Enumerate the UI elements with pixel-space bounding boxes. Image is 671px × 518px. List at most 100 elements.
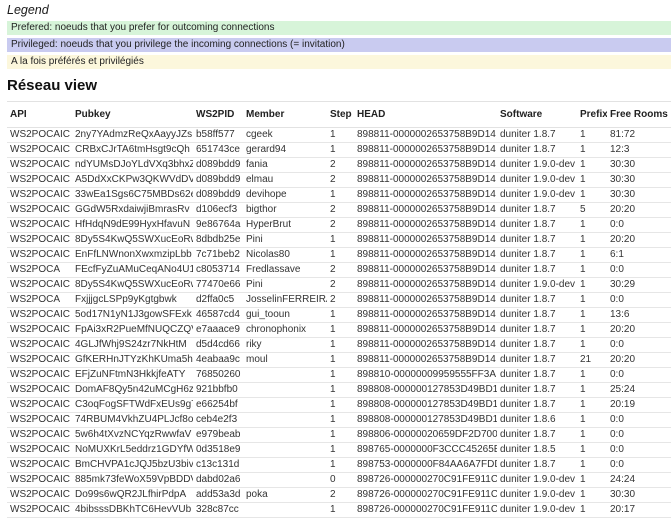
table-cell: duniter 1.8.7 <box>497 338 577 353</box>
table-cell: WS2POCAIC <box>7 128 72 143</box>
table-cell: 0:0 <box>607 368 671 383</box>
table-cell: d089bdd9 <box>193 158 243 173</box>
table-cell: 898806-00000020659DF2D700 <box>354 428 497 443</box>
table-cell: 898753-0000000F84AA6A7FDD <box>354 458 497 473</box>
table-cell: 2 <box>327 173 354 188</box>
table-cell: HyperBrut <box>243 218 327 233</box>
table-cell: duniter 1.9.0-dev <box>497 158 577 173</box>
table-cell: 898811-0000002653758B9D14 <box>354 338 497 353</box>
table-cell: 2ny7YAdmzReQxAayyJZs <box>72 128 193 143</box>
table-row: WS2POCAIC8Dy5S4KwQ5SWXucEoRw48dbdb25ePin… <box>7 233 671 248</box>
table-cell: 898811-0000002653758B9D14 <box>354 143 497 158</box>
table-cell: 25:24 <box>607 383 671 398</box>
table-cell: duniter 1.9.0-dev <box>497 188 577 203</box>
table-cell: 0:0 <box>607 458 671 473</box>
table-cell: 1 <box>577 263 607 278</box>
table-cell: 33wEa1Sgs6C75MBDs62e <box>72 188 193 203</box>
table-cell: 898811-0000002653758B9D14 <box>354 248 497 263</box>
table-cell: e7aaace9 <box>193 323 243 338</box>
table-cell: 898811-0000002653758B9D14 <box>354 293 497 308</box>
table-row: WS2POCAICDo99s6wQR2JLfhirPdpAadd53a3dpok… <box>7 488 671 503</box>
table-cell: 1 <box>577 143 607 158</box>
table-row: WS2POCAICA5DdXxCKPw3QKWVdDVs7d089bdd9elm… <box>7 173 671 188</box>
table-cell: devihope <box>243 188 327 203</box>
table-cell: WS2POCAIC <box>7 413 72 428</box>
table-cell: 1 <box>577 473 607 488</box>
table-cell: 20:20 <box>607 203 671 218</box>
table-cell: chronophonix <box>243 323 327 338</box>
legend-item-both: A la fois préférés et privilégiés <box>7 55 671 69</box>
table-cell: 13:6 <box>607 308 671 323</box>
table-cell: 6:1 <box>607 248 671 263</box>
table-cell: duniter 1.8.7 <box>497 203 577 218</box>
table-cell: Fredlassave <box>243 263 327 278</box>
table-cell: WS2POCAIC <box>7 338 72 353</box>
table-cell: 46587cd4 <box>193 308 243 323</box>
table-cell: A5DdXxCKPw3QKWVdDVs7 <box>72 173 193 188</box>
table-row: WS2POCAIC8Dy5S4KwQ5SWXucEoRw477470e66Pin… <box>7 278 671 293</box>
table-cell: c13c131d <box>193 458 243 473</box>
table-cell: 1 <box>577 218 607 233</box>
table-cell: duniter 1.8.7 <box>497 263 577 278</box>
table-cell: 1 <box>327 428 354 443</box>
table-cell: gui_tooun <box>243 308 327 323</box>
table-cell: 0:0 <box>607 443 671 458</box>
table-cell: 1 <box>577 458 607 473</box>
table-cell: WS2POCAIC <box>7 323 72 338</box>
table-cell: 1 <box>327 323 354 338</box>
table-cell <box>243 383 327 398</box>
table-cell: 1 <box>577 248 607 263</box>
table-cell: 1 <box>327 353 354 368</box>
table-row: WS2POCAFxjjjgcLSPp9yKgtgbwkd2ffa0c5Josse… <box>7 293 671 308</box>
table-cell: 1 <box>327 308 354 323</box>
table-cell: 1 <box>577 128 607 143</box>
table-cell: duniter 1.8.7 <box>497 458 577 473</box>
table-cell: duniter 1.9.0-dev <box>497 278 577 293</box>
table-cell: 0:0 <box>607 338 671 353</box>
table-cell: DomAF8Qy5n42uMCgH6zM <box>72 383 193 398</box>
table-cell: 20:19 <box>607 398 671 413</box>
table-row: WS2POCAICC3oqFogSFTWdFxEUs9g7e66254bf189… <box>7 398 671 413</box>
table-cell: duniter 1.8.7 <box>497 143 577 158</box>
legend-title: Legend <box>7 3 671 17</box>
table-cell: 1 <box>577 278 607 293</box>
table-cell: WS2POCAIC <box>7 143 72 158</box>
table-cell <box>243 428 327 443</box>
table-cell: WS2POCAIC <box>7 308 72 323</box>
table-cell: duniter 1.8.5 <box>497 443 577 458</box>
table-cell: WS2POCAIC <box>7 443 72 458</box>
table-cell: WS2POCAIC <box>7 488 72 503</box>
table-cell: duniter 1.8.7 <box>497 218 577 233</box>
table-cell: fania <box>243 158 327 173</box>
table-row: WS2POCAIC5od17N1yN1J3gowSFExk46587cd4gui… <box>7 308 671 323</box>
table-cell: 2 <box>327 488 354 503</box>
table-cell: duniter 1.8.6 <box>497 413 577 428</box>
table-cell: dabd02a6 <box>193 473 243 488</box>
table-cell: 898811-0000002653758B9D14 <box>354 158 497 173</box>
table-cell: 898808-000000127853D49BD1 <box>354 383 497 398</box>
table-cell: 1 <box>327 233 354 248</box>
table-cell: 0:0 <box>607 293 671 308</box>
table-cell: 898765-0000000F3CCC45265E <box>354 443 497 458</box>
table-row: WS2POCAFEcfFyZuAMuCeqANo4U1c8053714Fredl… <box>7 263 671 278</box>
table-cell: Do99s6wQR2JLfhirPdpA <box>72 488 193 503</box>
table-body: WS2POCAIC2ny7YAdmzReQxAayyJZsb58ff577cge… <box>7 128 671 518</box>
table-cell: EnFfLNWnonXwxmzipLbb <box>72 248 193 263</box>
table-cell: 1 <box>577 368 607 383</box>
table-cell: d106ecf3 <box>193 203 243 218</box>
table-cell: 0d3518e9 <box>193 443 243 458</box>
column-header: Step <box>327 102 354 128</box>
table-cell: 30:29 <box>607 278 671 293</box>
table-cell: WS2POCAIC <box>7 428 72 443</box>
table-cell: moul <box>243 353 327 368</box>
table-cell: cgeek <box>243 128 327 143</box>
table-cell: JosselinFERREIRA <box>243 293 327 308</box>
table-cell: WS2POCAIC <box>7 503 72 518</box>
table-cell: WS2POCAIC <box>7 368 72 383</box>
table-cell: 1 <box>577 398 607 413</box>
table-cell: 1 <box>577 173 607 188</box>
table-cell: duniter 1.9.0-dev <box>497 488 577 503</box>
table-cell: 651743ce <box>193 143 243 158</box>
table-cell: e979beab <box>193 428 243 443</box>
table-cell <box>243 503 327 518</box>
